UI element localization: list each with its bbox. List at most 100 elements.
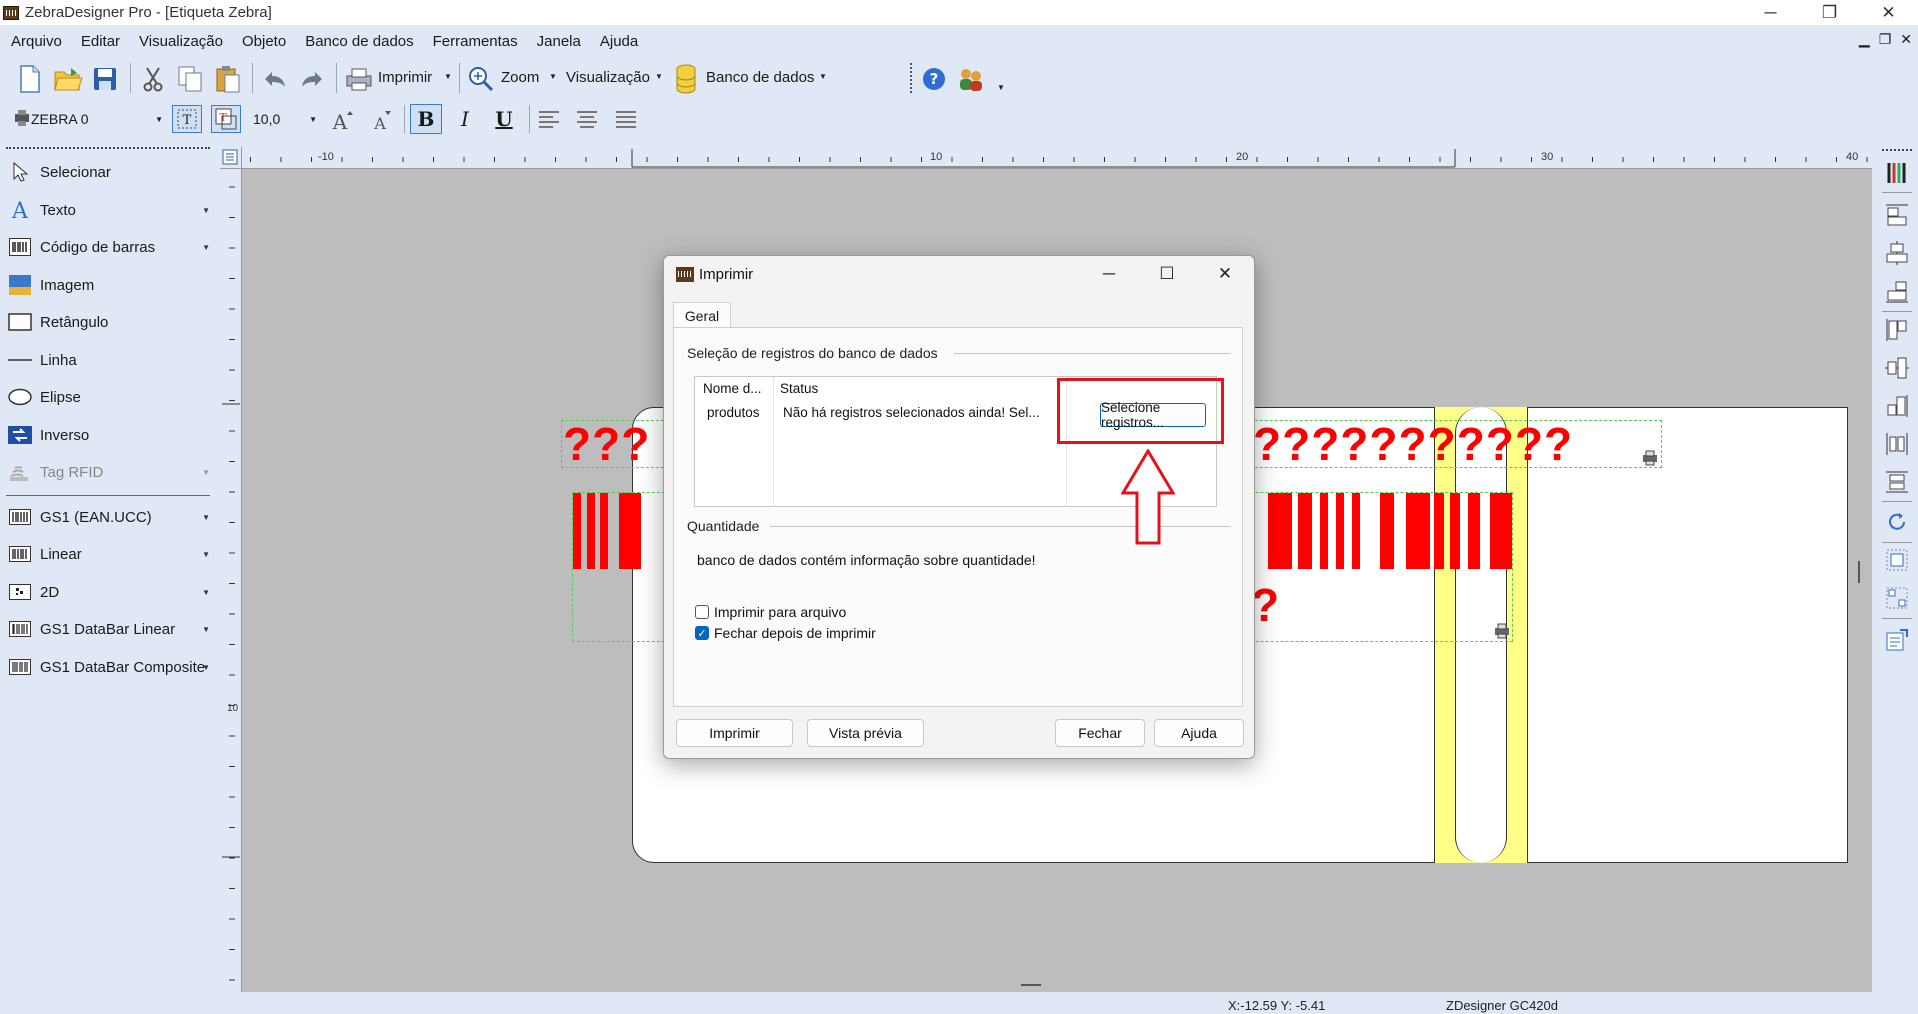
font-select[interactable]: ZEBRA 0 ▼ <box>31 107 167 131</box>
printer-icon[interactable] <box>343 64 375 94</box>
tool-rectangle[interactable]: Retângulo <box>7 307 212 337</box>
database-icon[interactable] <box>673 63 699 95</box>
undo-icon[interactable] <box>260 64 290 94</box>
save-icon[interactable] <box>90 64 120 94</box>
tool-barcode[interactable]: Código de barras ▼ <box>7 232 212 262</box>
tool-linear[interactable]: Linear ▼ <box>7 539 212 569</box>
print-to-file-row[interactable]: Imprimir para arquivo <box>695 604 846 620</box>
mdi-restore-button[interactable]: ❐ <box>1879 31 1892 48</box>
chevron-down-icon[interactable]: ▼ <box>819 72 827 81</box>
menu-ajuda[interactable]: Ajuda <box>600 33 638 50</box>
tab-geral[interactable]: Geral <box>673 302 731 328</box>
database-button[interactable]: Banco de dados <box>706 69 814 86</box>
column-header-status[interactable]: Status <box>780 381 818 396</box>
align-left-icon[interactable] <box>535 107 563 131</box>
align-top-icon[interactable] <box>1884 202 1910 228</box>
menu-ferramentas[interactable]: Ferramentas <box>433 33 518 50</box>
row-status[interactable]: Não há registros selecionados ainda! Sel… <box>783 405 1064 420</box>
underline-button[interactable]: U <box>489 104 519 134</box>
tool-image[interactable]: Imagem <box>7 270 212 300</box>
properties-icon[interactable] <box>1884 627 1910 653</box>
tool-inverse[interactable]: Inverso <box>7 420 212 450</box>
tool-databar-composite[interactable]: GS1 DataBar Composite ▼ <box>7 652 212 682</box>
align-justify-icon[interactable] <box>612 107 640 131</box>
font-size-select[interactable]: 10,0 ▼ <box>253 107 321 131</box>
bold-button[interactable]: B <box>410 104 442 134</box>
minimize-button[interactable]: ─ <box>1741 0 1800 25</box>
tool-line[interactable]: Linha <box>7 345 212 375</box>
column-header-name[interactable]: Nome d... <box>703 381 762 396</box>
chevron-down-icon[interactable]: ▼ <box>202 206 210 215</box>
help-icon[interactable]: ? <box>919 64 949 94</box>
help-button[interactable]: Ajuda <box>1154 719 1244 747</box>
menu-arquivo[interactable]: Arquivo <box>11 33 62 50</box>
menu-visualizacao[interactable]: Visualização <box>139 33 223 50</box>
zoom-icon[interactable] <box>466 64 496 94</box>
horizontal-splitter[interactable] <box>1021 984 1041 986</box>
vertical-splitter[interactable] <box>1858 561 1860 583</box>
align-bottom-icon[interactable] <box>1884 278 1910 304</box>
color-pens-icon[interactable] <box>1884 159 1910 185</box>
mdi-minimize-button[interactable]: ▁ <box>1859 31 1870 48</box>
preview-button[interactable]: Vista prévia <box>807 719 924 747</box>
close-button[interactable]: ✕ <box>1859 0 1918 25</box>
distribute-vertical-icon[interactable] <box>1884 469 1910 495</box>
close-after-print-checkbox[interactable]: ✓ <box>695 626 709 640</box>
group-icon[interactable] <box>1884 547 1910 573</box>
tool-gs1-ean[interactable]: GS1 (EAN.UCC) ▼ <box>7 502 212 532</box>
dialog-maximize-button[interactable]: ☐ <box>1138 256 1196 292</box>
chevron-down-icon[interactable]: ▼ <box>202 625 210 634</box>
rotate-icon[interactable] <box>1884 509 1910 535</box>
chevron-down-icon[interactable]: ▼ <box>549 72 557 81</box>
print-button-dialog[interactable]: Imprimir <box>676 719 793 747</box>
paste-icon[interactable] <box>213 64 243 94</box>
close-dialog-button[interactable]: Fechar <box>1055 719 1145 747</box>
chevron-down-icon[interactable]: ▼ <box>202 663 210 672</box>
mdi-close-button[interactable]: ✕ <box>1900 31 1912 48</box>
chevron-down-icon[interactable]: ▼ <box>202 588 210 597</box>
tool-text[interactable]: A Texto ▼ <box>7 195 212 225</box>
tool-2d[interactable]: 2D ▼ <box>7 577 212 607</box>
zoom-button[interactable]: Zoom <box>501 69 539 86</box>
redo-icon[interactable] <box>297 64 327 94</box>
open-file-icon[interactable] <box>52 64 84 94</box>
italic-button[interactable]: I <box>450 104 480 134</box>
cut-icon[interactable] <box>138 64 168 94</box>
chevron-down-icon[interactable]: ▼ <box>444 72 452 81</box>
align-center-icon[interactable] <box>573 107 601 131</box>
dialog-close-button[interactable]: ✕ <box>1196 256 1254 292</box>
text-fit-icon[interactable]: T <box>211 105 241 133</box>
tool-ellipse[interactable]: Elipse <box>7 382 212 412</box>
distribute-horizontal-icon[interactable] <box>1884 431 1910 457</box>
increase-font-icon[interactable]: A <box>328 106 358 134</box>
align-middle-icon[interactable] <box>1884 240 1910 266</box>
align-right-edge-icon[interactable] <box>1884 393 1910 419</box>
tool-databar-linear[interactable]: GS1 DataBar Linear ▼ <box>7 614 212 644</box>
text-frame-icon[interactable]: T <box>172 105 202 133</box>
new-file-icon[interactable] <box>16 64 44 94</box>
restore-button[interactable]: ❐ <box>1800 0 1859 25</box>
align-center-vertical-icon[interactable] <box>1884 355 1910 381</box>
chevron-down-icon[interactable]: ▼ <box>655 72 663 81</box>
chevron-down-icon[interactable]: ▼ <box>202 550 210 559</box>
copy-icon[interactable] <box>175 64 205 94</box>
ruler-corner-icon[interactable] <box>220 147 242 169</box>
menu-editar[interactable]: Editar <box>81 33 120 50</box>
print-to-file-checkbox[interactable] <box>695 605 709 619</box>
users-icon[interactable] <box>956 64 988 94</box>
print-button[interactable]: Imprimir <box>378 69 432 86</box>
dialog-minimize-button[interactable]: ─ <box>1080 256 1138 292</box>
menu-banco-de-dados[interactable]: Banco de dados <box>305 33 413 50</box>
chevron-down-icon[interactable]: ▼ <box>202 243 210 252</box>
menu-janela[interactable]: Janela <box>537 33 581 50</box>
chevron-down-icon[interactable]: ▼ <box>997 83 1005 92</box>
align-left-edge-icon[interactable] <box>1884 317 1910 343</box>
view-button[interactable]: Visualização <box>566 69 650 86</box>
ungroup-icon[interactable] <box>1884 585 1910 611</box>
close-after-print-row[interactable]: ✓ Fechar depois de imprimir <box>695 625 876 641</box>
decrease-font-icon[interactable]: A <box>366 106 396 134</box>
menu-objeto[interactable]: Objeto <box>242 33 286 50</box>
chevron-down-icon[interactable]: ▼ <box>202 513 210 522</box>
tool-select[interactable]: Selecionar <box>7 157 212 187</box>
row-name[interactable]: produtos <box>707 405 771 420</box>
